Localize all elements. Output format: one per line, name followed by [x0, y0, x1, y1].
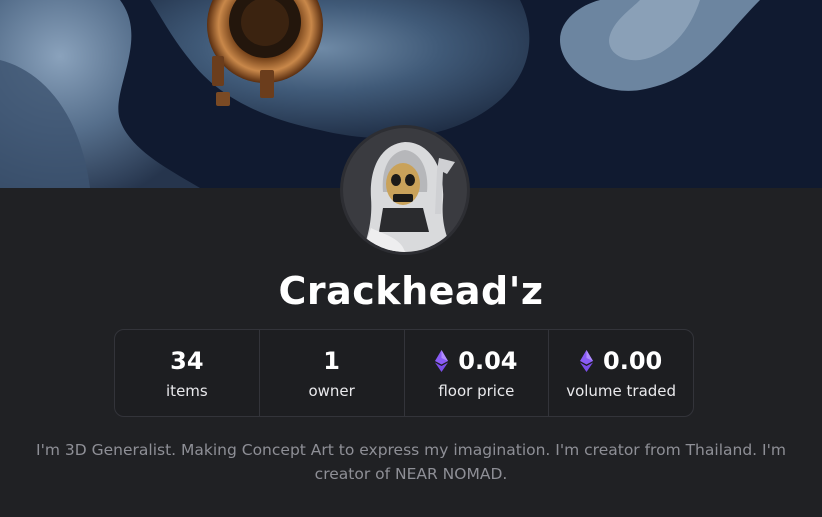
stat-items-value: 34 [170, 347, 204, 375]
collection-page: Crackhead'z 34 items 1 owner 0.04 floor … [0, 0, 822, 517]
eth-icon [580, 350, 594, 372]
collection-title: Crackhead'z [278, 269, 544, 313]
stat-volume-traded-label: volume traded [566, 382, 677, 400]
stat-items: 34 items [115, 330, 260, 416]
stat-floor-price: 0.04 floor price [405, 330, 550, 416]
stat-volume-traded-value-row: 0.00 [580, 346, 662, 376]
stat-floor-price-label: floor price [438, 382, 515, 400]
stat-items-value-row: 34 [170, 346, 203, 376]
stat-owner: 1 owner [260, 330, 405, 416]
stat-volume-traded: 0.00 volume traded [549, 330, 693, 416]
collection-stats-panel: 34 items 1 owner 0.04 floor price 0.00 v… [114, 329, 694, 417]
stat-floor-price-value: 0.04 [458, 347, 518, 375]
stat-owner-value: 1 [323, 347, 340, 375]
stat-owner-value-row: 1 [323, 346, 340, 376]
collection-description: I'm 3D Generalist. Making Concept Art to… [36, 441, 786, 483]
collection-avatar [340, 125, 470, 255]
stat-owner-label: owner [308, 382, 355, 400]
stat-floor-price-value-row: 0.04 [435, 346, 517, 376]
stat-volume-traded-value: 0.00 [603, 347, 663, 375]
eth-icon [435, 350, 449, 372]
stat-items-label: items [166, 382, 208, 400]
